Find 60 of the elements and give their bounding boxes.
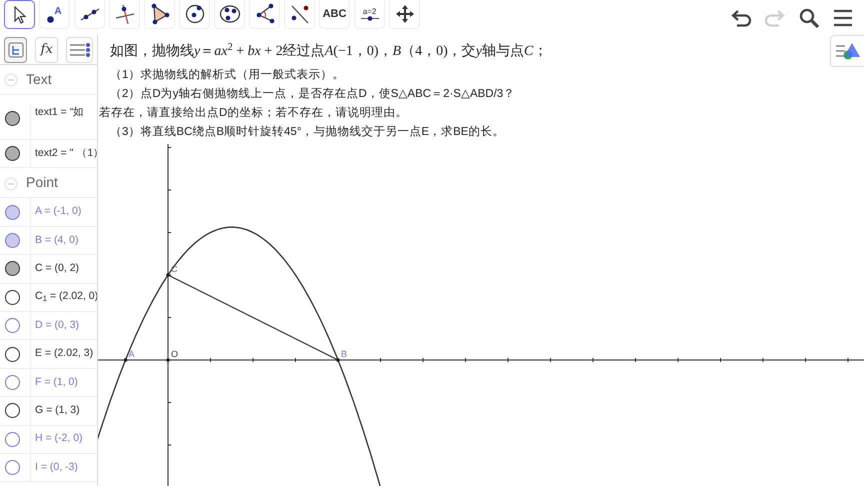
object-definition: G = (1, 3) [30, 397, 80, 425]
point-marker [166, 273, 170, 277]
visibility-toggle[interactable] [5, 146, 20, 162]
list-settings-icon [68, 42, 91, 58]
object-definition: E = (2.02, 3) [30, 340, 94, 368]
visibility-toggle[interactable] [5, 318, 20, 334]
visibility-toggle[interactable] [5, 232, 20, 248]
visibility-toggle[interactable] [5, 204, 20, 220]
point-label: C [171, 264, 178, 274]
point-marker [166, 358, 170, 362]
point-marker [336, 358, 340, 362]
group-title: Text [26, 70, 52, 89]
slider-icon [360, 16, 380, 21]
visibility-toggle[interactable] [5, 432, 20, 447]
algebra-tab[interactable] [4, 36, 28, 62]
point-icon [47, 16, 54, 23]
object-definition: B = (4, 0) [30, 226, 78, 254]
algebra-view-icon [8, 42, 24, 58]
visibility-toggle[interactable] [5, 261, 20, 276]
search-icon [798, 6, 820, 28]
visibility-toggle[interactable] [5, 403, 20, 418]
problem-line: 若存在，请直接给出点D的坐标；若不存在，请说明理由。 [99, 106, 408, 121]
object-definition: F = (1, 0) [30, 368, 78, 396]
reflect-icon [288, 3, 310, 25]
object-definition: A = (-1, 0) [30, 198, 82, 226]
visibility-toggle[interactable] [5, 346, 20, 362]
style-bar-toggle[interactable] [830, 35, 864, 67]
point-marker [124, 358, 128, 362]
object-definition: C = (0, 2) [30, 255, 80, 283]
circle-icon [218, 3, 240, 25]
problem-line: （1）求抛物线的解析式（用一般式表示）。 [110, 68, 346, 83]
tool-button[interactable]: ABC [319, 0, 350, 29]
group-title: Point [26, 173, 58, 192]
object-definition: I = (0, -3) [30, 454, 78, 482]
visibility-toggle[interactable] [5, 374, 20, 390]
angle-icon [254, 3, 276, 25]
point-label: O [171, 349, 178, 359]
visibility-toggle[interactable] [5, 111, 20, 126]
object-definition: D = (0, 3) [30, 312, 80, 340]
perpendicular-lines-icon [114, 3, 136, 25]
move-arrows-icon [394, 4, 414, 24]
graphics-style-icon [834, 40, 860, 61]
object-definition: text1 = “如 [30, 105, 84, 139]
tool-button[interactable] [4, 0, 35, 29]
problem-line: （3）将直线BC绕点B顺时针旋转45°，与抛物线交于另一点E，求BE的长。 [110, 124, 506, 140]
circle-icon [184, 3, 206, 25]
visibility-toggle[interactable] [5, 460, 20, 476]
problem-title: 如图，抛物线y＝ax$^{2}$ + bx + 2经过点A(−1，0)，B（4，0)，交y轴与点C； [110, 41, 548, 61]
point-label: A [128, 349, 135, 359]
settings-tab[interactable] [66, 36, 93, 62]
collapse-icon [4, 73, 18, 88]
polygon-icon [148, 3, 170, 25]
point-label: B [341, 349, 348, 359]
tools-tab[interactable]: fx [35, 36, 58, 62]
visibility-toggle[interactable] [5, 290, 20, 305]
collapse-icon [4, 176, 18, 191]
problem-line: （2）点D为y轴右侧抛物线上一点，是否存在点D，使S△ABC＝2·S△ABD/3？ [110, 86, 516, 102]
object-definition: H = (-2, 0) [30, 426, 83, 453]
tool-button[interactable]: A [39, 0, 70, 29]
tool-button[interactable]: a=2 [354, 0, 385, 29]
